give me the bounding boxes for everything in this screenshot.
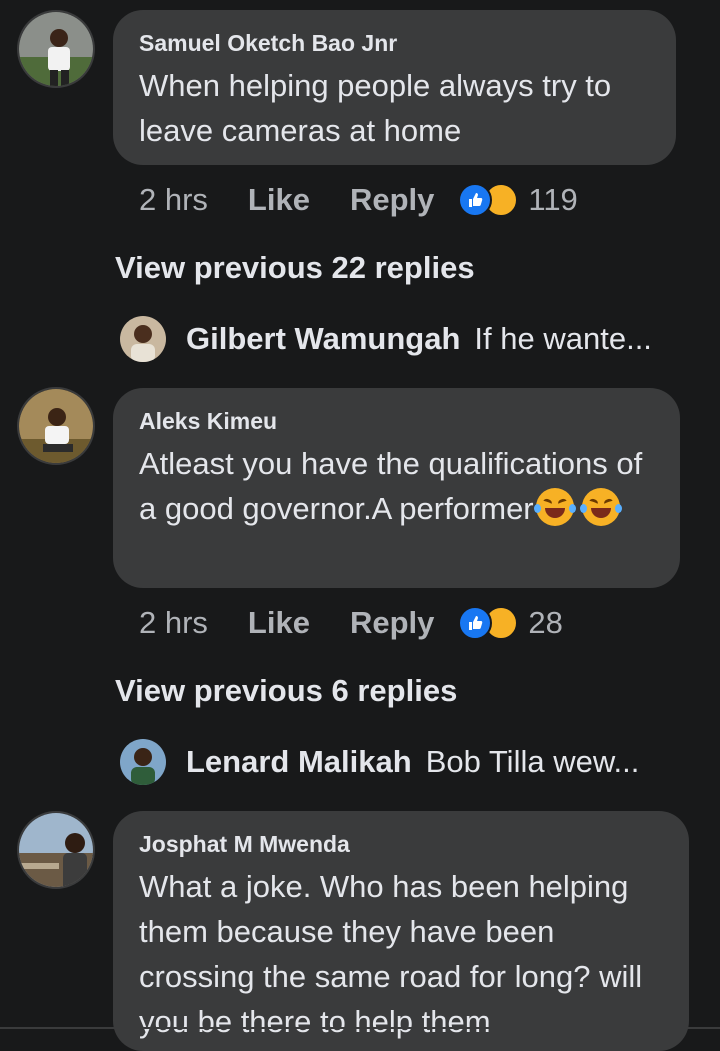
- reply-button[interactable]: Reply: [350, 182, 434, 218]
- comment-text: When helping people always try to leave …: [139, 68, 612, 148]
- reply-snippet: Bob Tilla wew...: [425, 744, 640, 779]
- comment-time[interactable]: 2 hrs: [139, 605, 208, 641]
- reply-preview[interactable]: Gilbert Wamungah If he wante...: [120, 316, 652, 362]
- divider: [0, 1027, 720, 1029]
- avatar-photo: [19, 389, 93, 463]
- reaction-count[interactable]: 28: [528, 605, 562, 641]
- reply-author[interactable]: Lenard Malikah: [186, 744, 412, 780]
- comment-text: Atleast you have the qualifications of a…: [139, 441, 654, 531]
- avatar[interactable]: [17, 387, 95, 465]
- reactions[interactable]: [458, 606, 519, 640]
- like-button[interactable]: Like: [248, 605, 310, 641]
- view-previous-replies[interactable]: View previous 6 replies: [115, 673, 457, 709]
- avatar-photo: [19, 12, 93, 86]
- comment-text: What a joke. Who has been helping them b…: [139, 869, 643, 1039]
- comment-actions: 2 hrs Like Reply 28: [139, 603, 563, 643]
- reply-author[interactable]: Gilbert Wamungah: [186, 321, 460, 357]
- avatar[interactable]: [17, 10, 95, 88]
- comment-bubble: Samuel Oketch Bao Jnr When helping peopl…: [113, 10, 676, 165]
- avatar: [120, 739, 166, 785]
- rofl-emoji: [579, 488, 622, 526]
- comment-actions: 2 hrs Like Reply 119: [139, 180, 578, 220]
- reaction-count[interactable]: 119: [528, 182, 577, 218]
- reactions[interactable]: [458, 183, 519, 217]
- comment-author[interactable]: Samuel Oketch Bao Jnr: [139, 30, 650, 57]
- view-previous-replies[interactable]: View previous 22 replies: [115, 250, 475, 286]
- comment-time[interactable]: 2 hrs: [139, 182, 208, 218]
- avatar[interactable]: [17, 811, 95, 889]
- like-icon: [458, 606, 493, 640]
- avatar: [120, 316, 166, 362]
- rofl-emoji: [533, 488, 576, 526]
- like-button[interactable]: Like: [248, 182, 310, 218]
- like-icon: [458, 183, 493, 217]
- comment-author[interactable]: Aleks Kimeu: [139, 408, 654, 435]
- comment-bubble: Josphat M Mwenda What a joke. Who has be…: [113, 811, 689, 1051]
- comment-author[interactable]: Josphat M Mwenda: [139, 831, 663, 858]
- reply-button[interactable]: Reply: [350, 605, 434, 641]
- comment-bubble: Aleks Kimeu Atleast you have the qualifi…: [113, 388, 680, 588]
- reply-snippet: If he wante...: [474, 321, 652, 356]
- avatar-photo: [19, 813, 93, 887]
- reply-preview[interactable]: Lenard Malikah Bob Tilla wew...: [120, 739, 639, 785]
